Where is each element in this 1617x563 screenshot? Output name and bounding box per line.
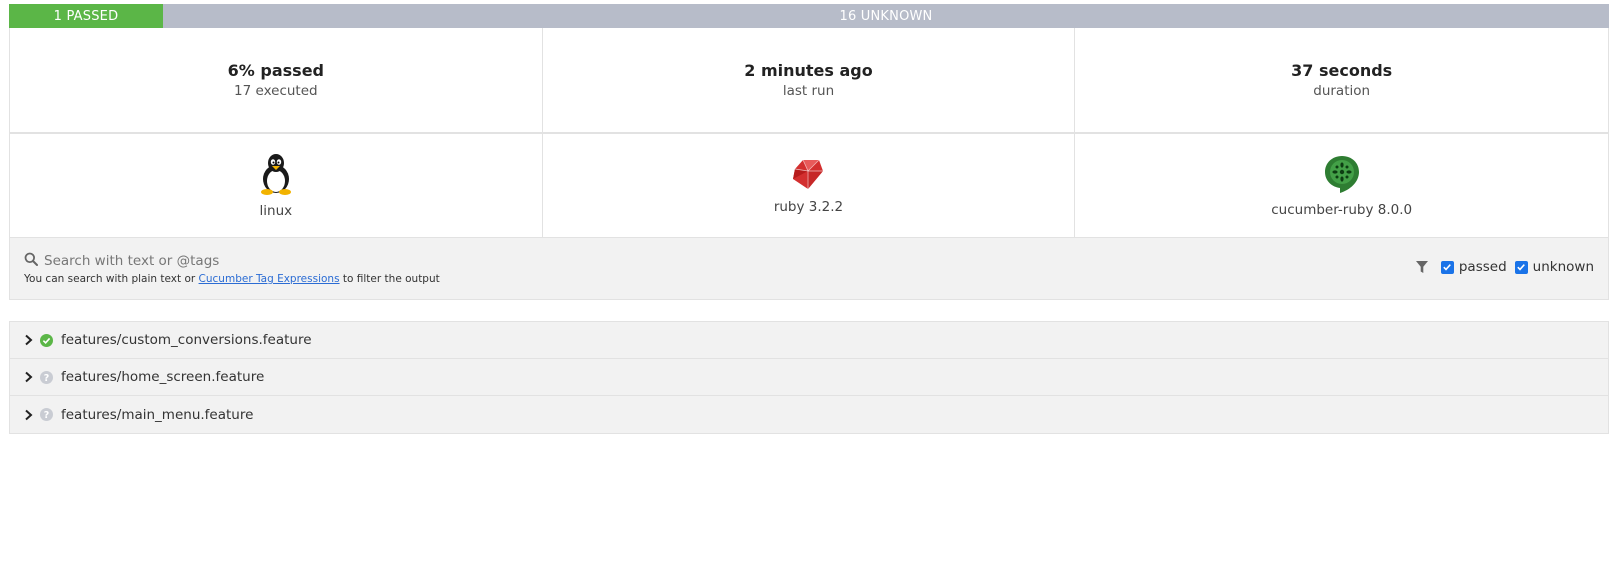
- checkbox-checked-icon[interactable]: [1440, 260, 1454, 274]
- search-icon: [24, 251, 38, 270]
- feature-list: features/custom_conversions.feature ? fe…: [9, 321, 1609, 434]
- stat-duration: 37 seconds duration: [1075, 28, 1608, 132]
- environment-row: linux ruby 3.2.2 cucumber-ruby 8.0.0: [9, 133, 1609, 238]
- filter-unknown-label: unknown: [1532, 259, 1594, 275]
- filter-icon: [1415, 260, 1429, 274]
- stat-passed: 6% passed 17 executed: [10, 28, 543, 132]
- env-runtime-label: ruby 3.2.2: [773, 198, 844, 215]
- search-help-suffix: to filter the output: [339, 273, 440, 285]
- stat-value: 2 minutes ago: [744, 61, 873, 80]
- search-panel: You can search with plain text or Cucumb…: [9, 238, 1609, 300]
- chevron-right-icon[interactable]: [24, 409, 34, 421]
- unknown-count-bar[interactable]: 16 UNKNOWN: [163, 4, 1609, 28]
- search-help-prefix: You can search with plain text or: [24, 273, 199, 285]
- chevron-right-icon[interactable]: [24, 371, 34, 383]
- question-circle-icon: ?: [40, 408, 53, 421]
- env-tool: cucumber-ruby 8.0.0: [1075, 134, 1608, 237]
- stat-last-run: 2 minutes ago last run: [543, 28, 1076, 132]
- feature-name: features/home_screen.feature: [61, 369, 265, 385]
- stat-value: 37 seconds: [1291, 61, 1393, 80]
- question-circle-icon: ?: [40, 370, 53, 384]
- linux-tux-icon: [258, 153, 294, 199]
- filter-passed[interactable]: passed: [1440, 259, 1507, 275]
- stat-label: duration: [1313, 83, 1371, 99]
- feature-name: features/custom_conversions.feature: [61, 332, 312, 348]
- status-filters: passed unknown: [1415, 259, 1594, 275]
- stat-label: last run: [782, 83, 835, 99]
- filter-passed-label: passed: [1458, 259, 1507, 275]
- svg-text:?: ?: [44, 373, 50, 384]
- cucumber-icon: [1324, 154, 1360, 198]
- passed-count-bar[interactable]: 1 PASSED: [9, 4, 163, 28]
- env-runtime: ruby 3.2.2: [543, 134, 1076, 237]
- checkbox-checked-icon[interactable]: [1514, 260, 1528, 274]
- search-input[interactable]: [44, 252, 644, 269]
- stat-label: 17 executed: [234, 83, 318, 99]
- stat-value: 6% passed: [227, 61, 324, 80]
- ruby-gem-icon: [791, 157, 825, 195]
- stats-row: 6% passed 17 executed 2 minutes ago last…: [9, 28, 1609, 133]
- report: 1 PASSED 16 UNKNOWN 6% passed 17 execute…: [9, 4, 1609, 434]
- tag-expressions-link[interactable]: Cucumber Tag Expressions: [199, 273, 340, 285]
- feature-row[interactable]: features/custom_conversions.feature: [10, 322, 1608, 359]
- env-os: linux: [10, 134, 543, 237]
- status-bar: 1 PASSED 16 UNKNOWN: [9, 4, 1609, 28]
- feature-row[interactable]: ? features/main_menu.feature: [10, 396, 1608, 433]
- search-help-text: You can search with plain text or Cucumb…: [24, 273, 440, 285]
- search-box: [24, 251, 644, 270]
- filter-unknown[interactable]: unknown: [1514, 259, 1594, 275]
- env-os-label: linux: [259, 202, 293, 219]
- feature-row[interactable]: ? features/home_screen.feature: [10, 359, 1608, 396]
- chevron-right-icon[interactable]: [24, 334, 34, 346]
- feature-name: features/main_menu.feature: [61, 406, 254, 423]
- svg-text:?: ?: [44, 410, 50, 421]
- env-tool-label: cucumber-ruby 8.0.0: [1271, 201, 1413, 218]
- check-circle-icon: [40, 333, 53, 347]
